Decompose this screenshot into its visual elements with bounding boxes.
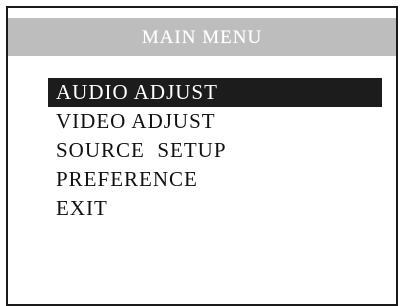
menu-list: AUDIO ADJUST VIDEO ADJUST SOURCE SETUP P… (48, 78, 382, 223)
main-menu-panel: MAIN MENU AUDIO ADJUST VIDEO ADJUST SOUR… (6, 6, 398, 306)
menu-item-exit[interactable]: EXIT (48, 194, 382, 223)
menu-item-preference[interactable]: PREFERENCE (48, 165, 382, 194)
menu-title: MAIN MENU (141, 27, 263, 48)
menu-title-bar: MAIN MENU (8, 18, 396, 56)
menu-item-audio-adjust[interactable]: AUDIO ADJUST (48, 78, 382, 107)
menu-item-source-setup[interactable]: SOURCE SETUP (48, 136, 382, 165)
menu-item-video-adjust[interactable]: VIDEO ADJUST (48, 107, 382, 136)
